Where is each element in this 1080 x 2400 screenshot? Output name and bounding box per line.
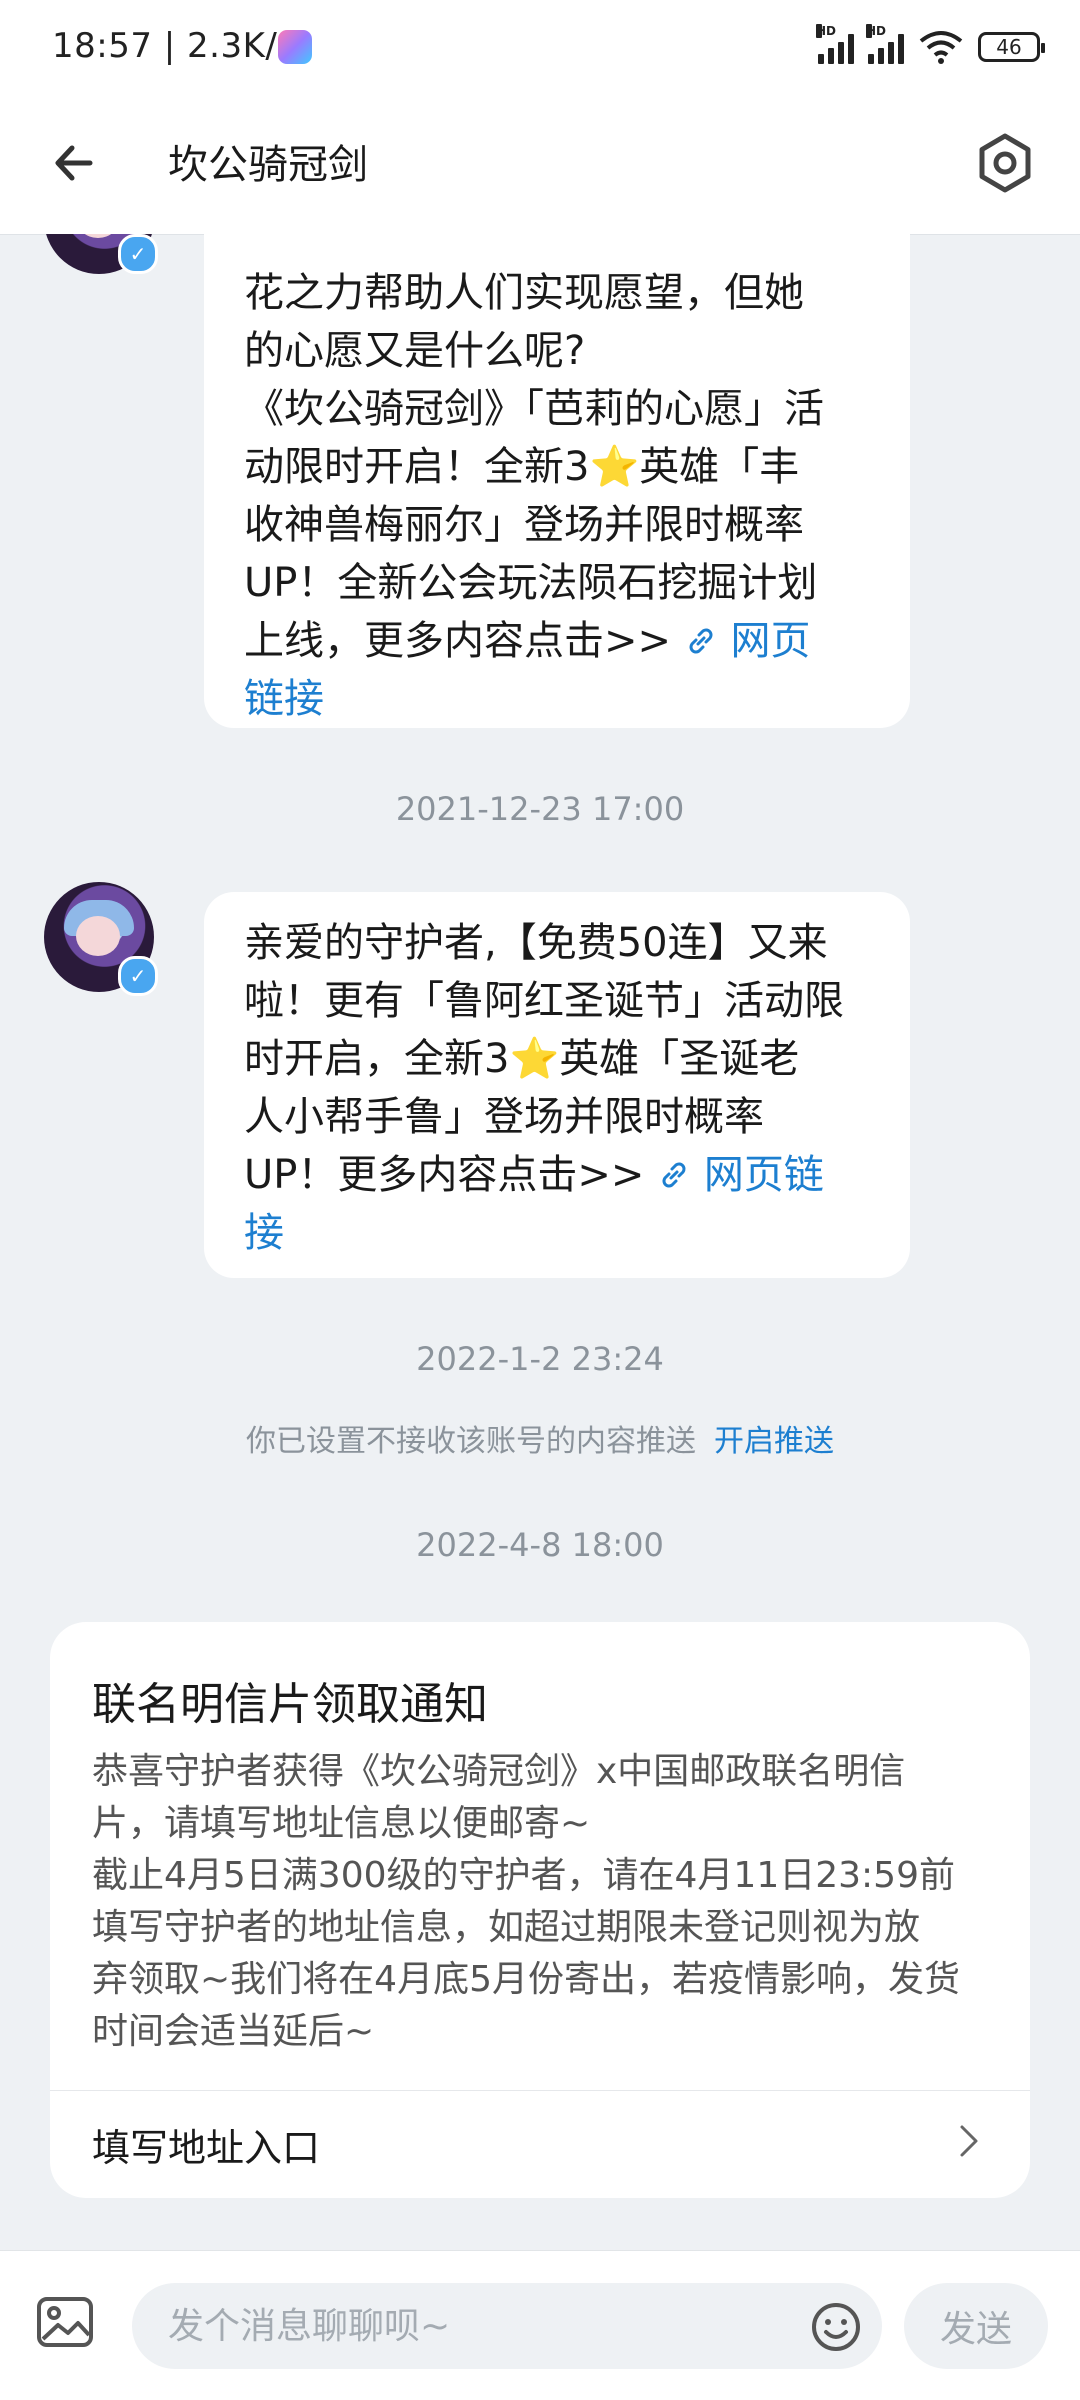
web-link-label-cont[interactable]: 接	[244, 1204, 870, 1262]
message-line: 《坎公骑冠剑》「芭莉的心愿」活	[244, 386, 824, 432]
enable-push-link[interactable]: 开启推送	[714, 1424, 834, 1459]
timestamp: 2022-1-2 23:24	[416, 1340, 664, 1378]
message-line: UP！更多内容点击>>	[244, 1152, 658, 1198]
chat-area[interactable]: ✓ 花之力帮助人们实现愿望，但她 的心愿又是什么呢? 《坎公骑冠剑》「芭莉的心愿…	[0, 234, 1080, 2250]
send-button[interactable]: 发送	[904, 2283, 1048, 2369]
app-header: 坎公骑冠剑	[0, 98, 1080, 235]
status-bar: 18:57 | 2.3K/s HD HD 46	[0, 0, 1080, 98]
message-line: 人小帮手鲁」登场并限时概率	[244, 1094, 764, 1140]
back-arrow-icon[interactable]	[44, 128, 114, 198]
link-icon	[662, 1162, 686, 1188]
message-line: 亲爱的守护者,【免费50连】又来	[244, 920, 828, 966]
web-link[interactable]: 网页	[684, 618, 810, 664]
signal-icon: HD	[816, 24, 854, 64]
message-bubble-2[interactable]: 亲爱的守护者,【免费50连】又来 啦！更有「鲁阿红圣诞节」活动限 时开启，全新3…	[204, 892, 910, 1278]
push-notice: 你已设置不接收该账号的内容推送 开启推送	[0, 1416, 1080, 1460]
status-icons: HD HD 46	[816, 24, 1045, 68]
message-line-with-link: UP！更多内容点击>> 网页链	[244, 1146, 870, 1204]
message-line-with-link: 上线，更多内容点击>> 网页	[244, 612, 870, 670]
message-bubble-1[interactable]: 花之力帮助人们实现愿望，但她 的心愿又是什么呢? 《坎公骑冠剑》「芭莉的心愿」活…	[204, 234, 910, 728]
message-line: UP！全新公会玩法陨石挖掘计划	[244, 560, 818, 606]
fill-address-label: 填写地址入口	[92, 2126, 321, 2170]
card-title: 联名明信片领取通知	[92, 1679, 488, 1730]
push-notice-text: 你已设置不接收该账号的内容推送	[246, 1424, 696, 1459]
screen: 18:57 | 2.3K/s HD HD 46 坎公骑冠剑 ✓ 花之力帮助人们实…	[0, 0, 1080, 2400]
hd-label-2: HD	[866, 24, 887, 38]
signal-icon-2: HD	[866, 24, 904, 64]
app-notification-icon	[278, 30, 312, 64]
hd-label: HD	[816, 24, 837, 38]
message-line: 动限时开启！全新3⭐英雄「丰	[244, 444, 800, 490]
web-link[interactable]: 网页链	[657, 1152, 824, 1198]
wifi-icon	[919, 31, 963, 64]
fill-address-entry[interactable]: 填写地址入口	[50, 2091, 1030, 2198]
link-icon	[689, 628, 713, 654]
message-line: 收神兽梅丽尔」登场并限时概率	[244, 502, 804, 548]
chevron-right-icon	[960, 2125, 978, 2157]
verified-icon: ✓	[118, 234, 158, 274]
message-line: 时开启，全新3⭐英雄「圣诞老	[244, 1036, 800, 1082]
input-bar: 发送	[0, 2250, 1080, 2400]
battery-level: 46	[996, 35, 1022, 59]
message-line: 花之力帮助人们实现愿望，但她	[244, 270, 804, 316]
status-time: 18:57 | 2.3K/s	[52, 26, 296, 66]
timestamp: 2021-12-23 17:00	[395, 790, 685, 828]
message-line: 的心愿又是什么呢?	[244, 328, 586, 374]
settings-hexagon-icon[interactable]	[970, 128, 1040, 198]
web-link-label-cont[interactable]: 链接	[244, 670, 870, 728]
timestamp: 2022-4-8 18:00	[416, 1526, 664, 1564]
message-line: 上线，更多内容点击>>	[244, 618, 684, 664]
emoji-icon[interactable]	[810, 2301, 862, 2353]
page-title: 坎公骑冠剑	[168, 142, 368, 188]
web-link-label[interactable]: 网页链	[704, 1152, 824, 1198]
image-icon[interactable]	[34, 2291, 96, 2353]
card-body: 恭喜守护者获得《坎公骑冠剑》x中国邮政联名明信 片，请填写地址信息以便邮寄~ 截…	[92, 1751, 960, 2052]
message-input[interactable]	[132, 2283, 882, 2369]
web-link-label[interactable]: 网页	[730, 618, 810, 664]
notification-card: 联名明信片领取通知 恭喜守护者获得《坎公骑冠剑》x中国邮政联名明信 片，请填写地…	[50, 1622, 1030, 2198]
verified-icon: ✓	[118, 956, 158, 996]
message-line: 啦！更有「鲁阿红圣诞节」活动限	[244, 978, 844, 1024]
battery-icon: 46	[978, 32, 1045, 62]
